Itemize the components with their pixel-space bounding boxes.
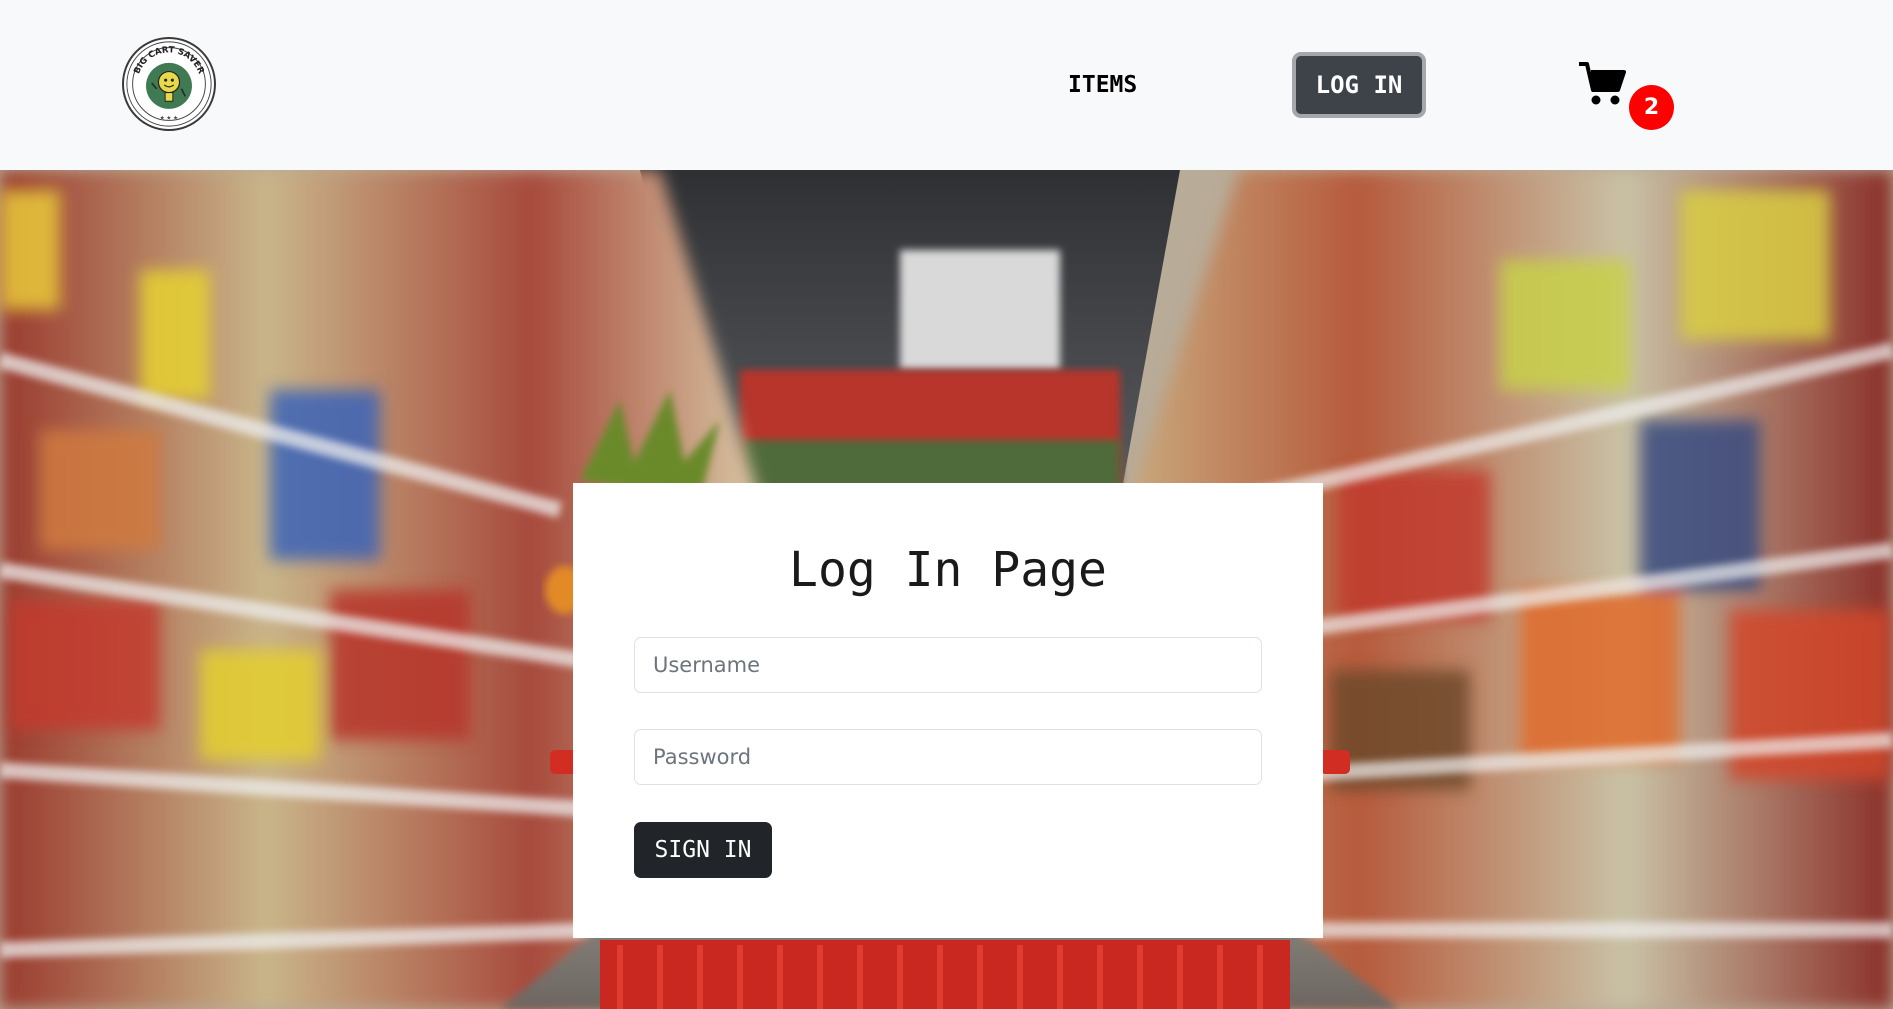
shopping-cart-icon <box>1579 62 1626 105</box>
sign-in-button[interactable]: SIGN IN <box>634 822 772 878</box>
password-input[interactable] <box>634 729 1262 785</box>
nav-login-button[interactable]: LOG IN <box>1292 52 1426 118</box>
navbar: BIG CART SAVER ★ ★ ★ ITEMS LOG IN 2 <box>0 0 1893 170</box>
login-card: Log In Page SIGN IN <box>573 483 1323 938</box>
brand-logo[interactable]: BIG CART SAVER ★ ★ ★ <box>122 37 216 131</box>
brand-logo-image: BIG CART SAVER ★ ★ ★ <box>126 41 212 127</box>
svg-text:★ ★ ★: ★ ★ ★ <box>160 114 179 121</box>
nav-items-link[interactable]: ITEMS <box>1068 72 1137 98</box>
login-page-title: Log In Page <box>789 542 1107 598</box>
username-input[interactable] <box>634 637 1262 693</box>
cart-count-badge: 2 <box>1629 85 1674 130</box>
cart-button[interactable]: 2 <box>1578 60 1678 132</box>
